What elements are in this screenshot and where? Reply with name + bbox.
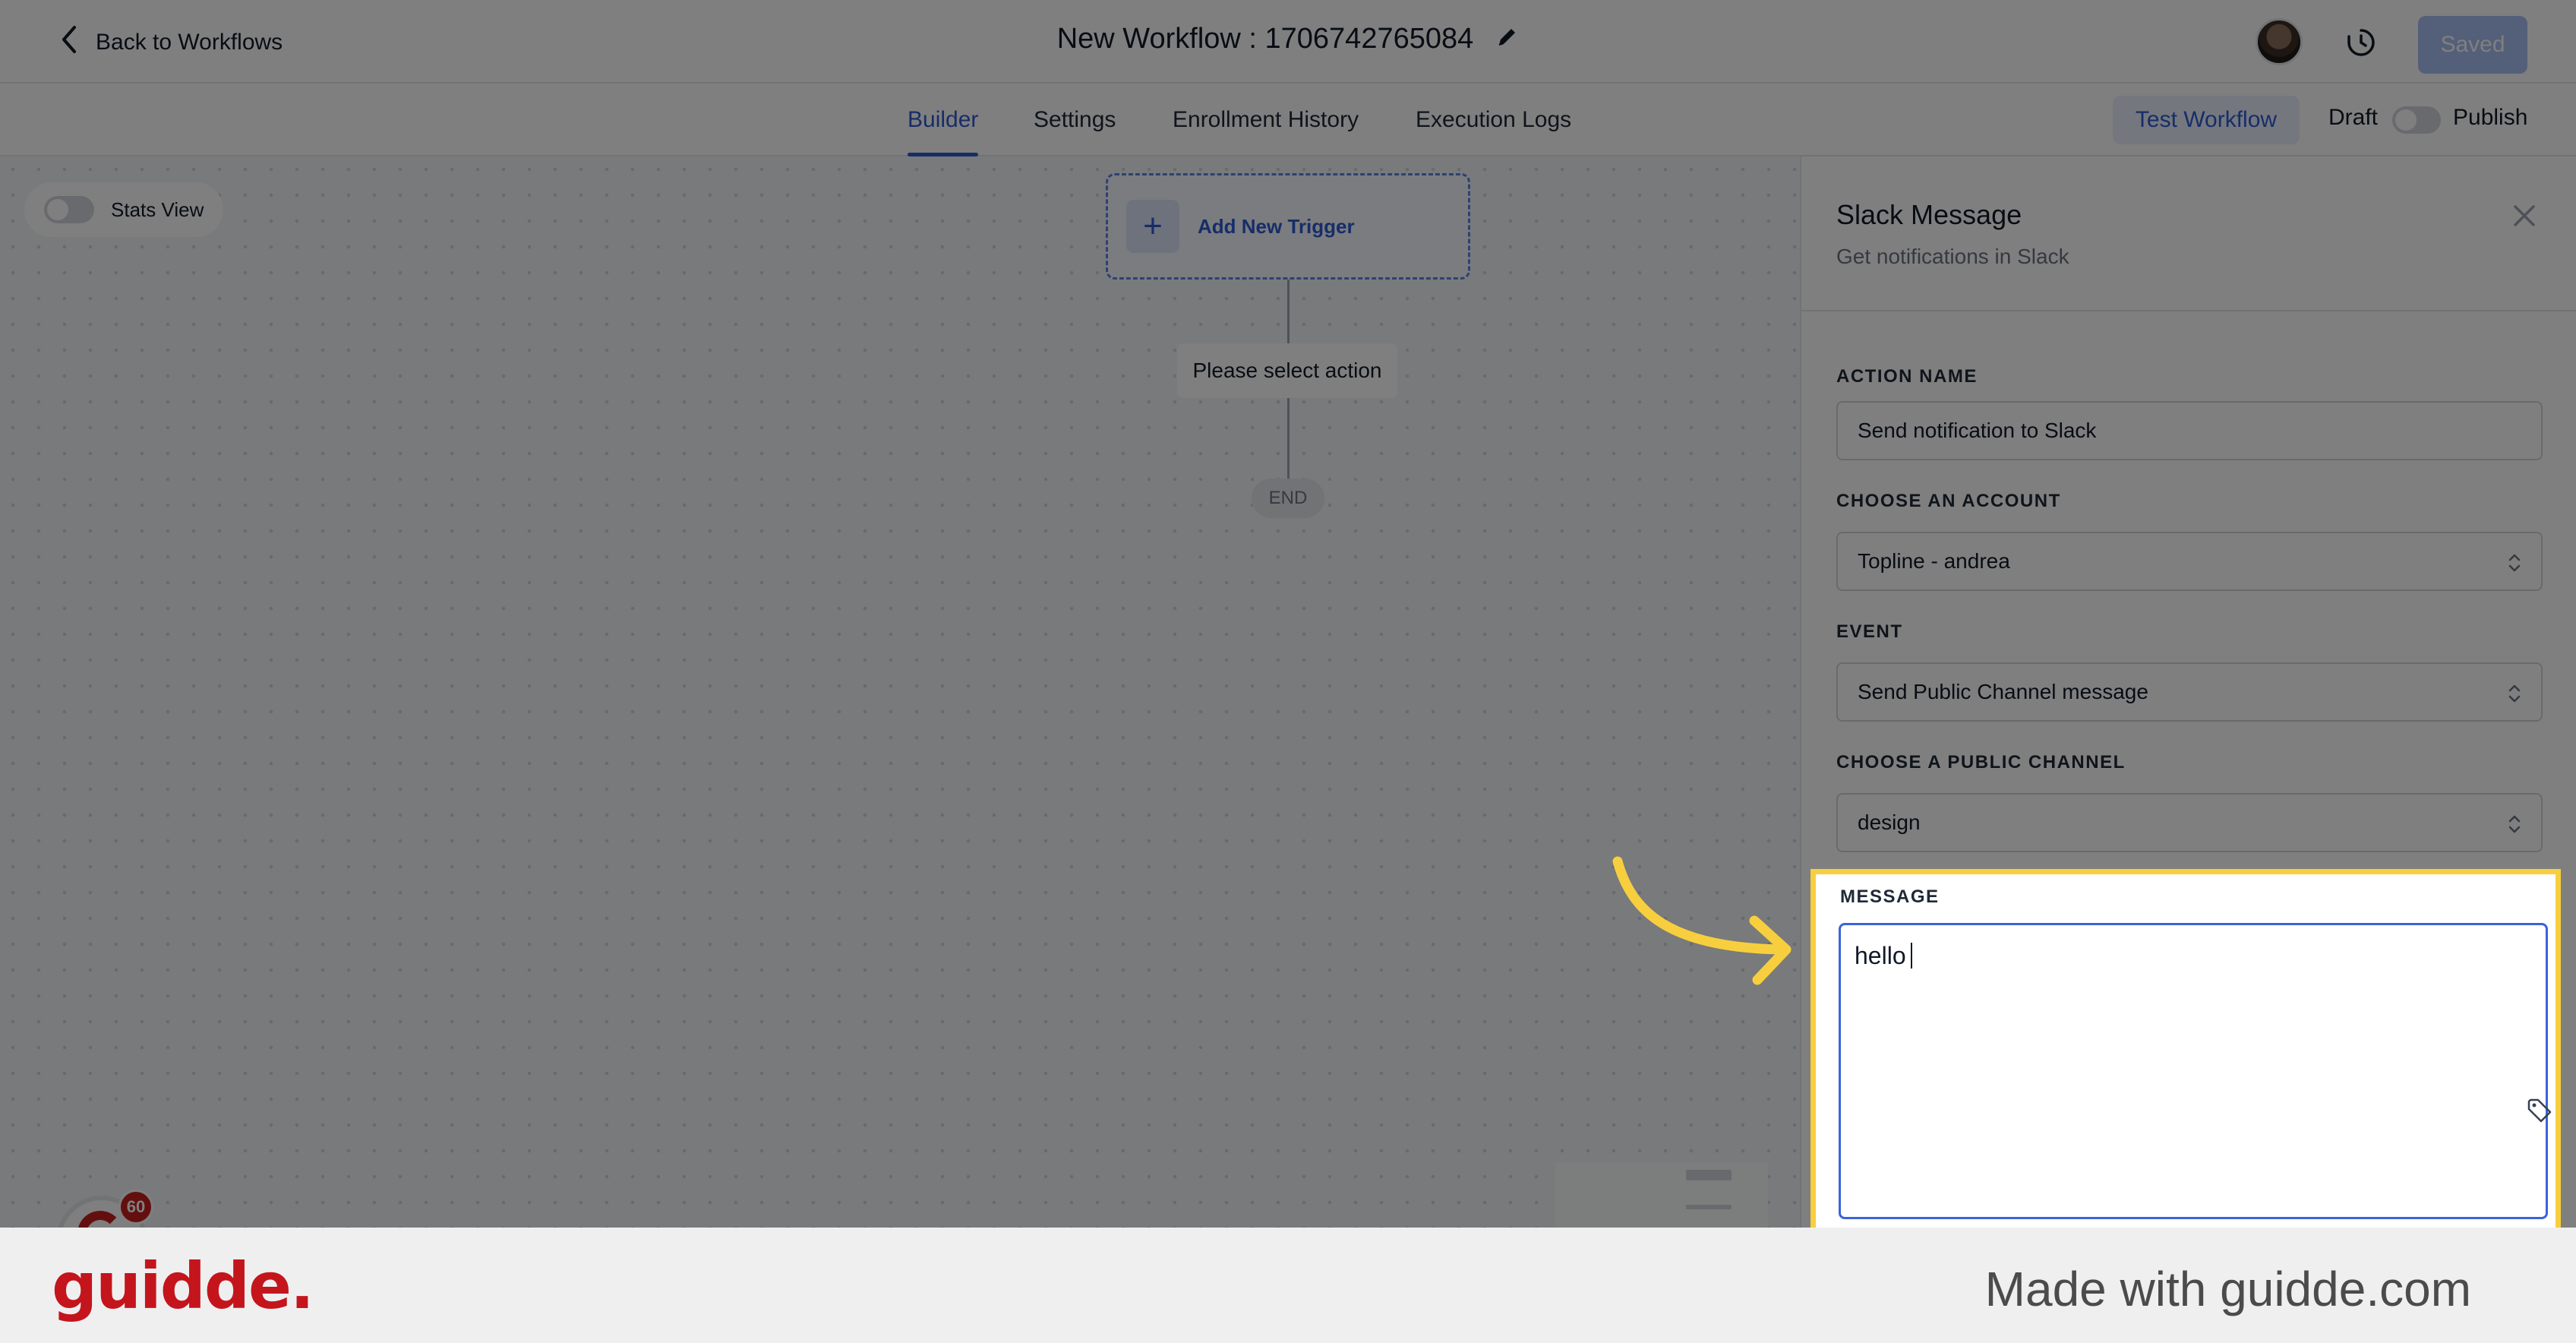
message-label: MESSAGE: [1840, 886, 1940, 907]
guidde-footer: guidde. Made with guidde.com: [0, 1228, 2576, 1343]
message-textarea[interactable]: hello: [1839, 923, 2552, 1219]
arrow-annotation-icon: [1612, 856, 1792, 985]
guidde-logo: guidde.: [52, 1249, 314, 1323]
message-field-highlight: MESSAGE hello: [1810, 869, 2561, 1228]
tag-icon[interactable]: [2526, 1097, 2553, 1124]
message-value: hello: [1855, 942, 1912, 969]
made-with-caption: Made with guidde.com: [1984, 1262, 2471, 1316]
workflow-builder-app: Back to Workflows New Workflow : 1706742…: [0, 0, 2576, 1228]
